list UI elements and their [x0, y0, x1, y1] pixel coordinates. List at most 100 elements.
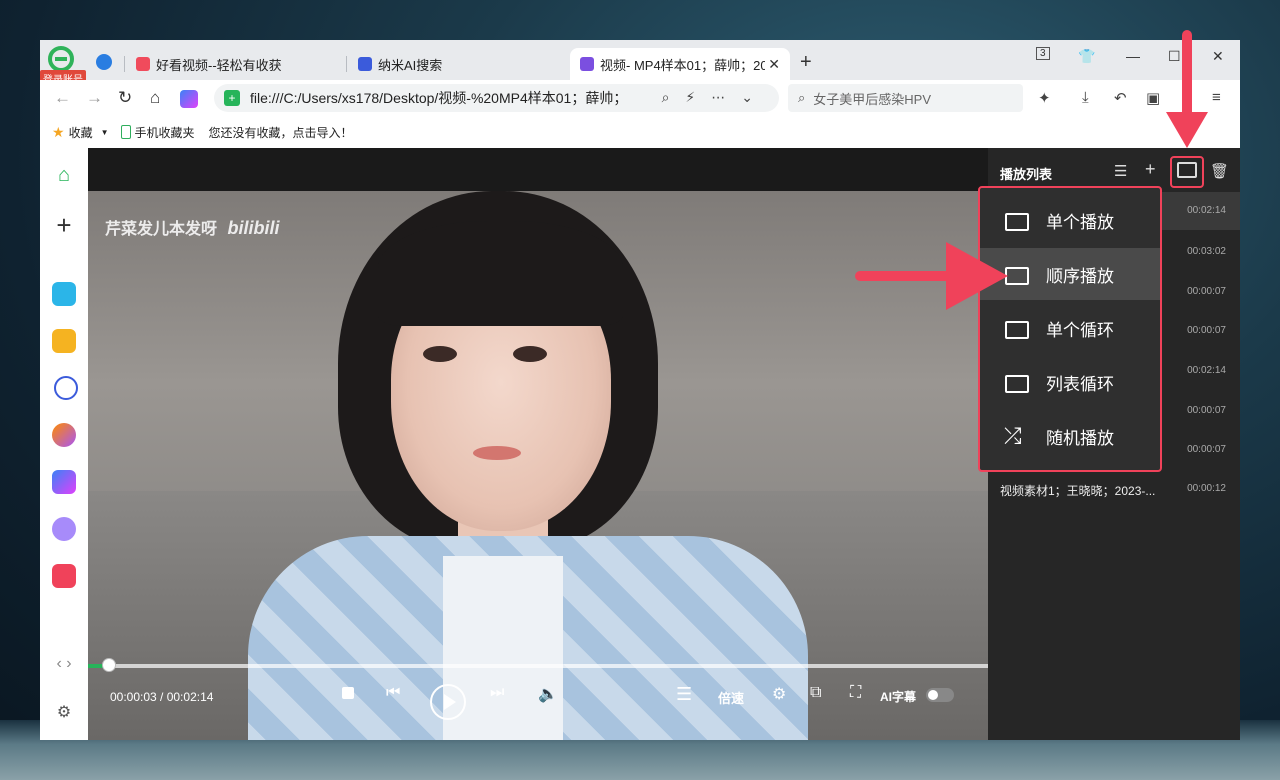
address-bar: ← → ↻ ⌂ + file:///C:/Users/xs178/Desktop… — [40, 80, 1240, 116]
search-icon: ⌕ — [798, 90, 806, 105]
maximize-button[interactable]: ☐ — [1168, 48, 1181, 65]
tab-haokan[interactable]: 好看视频--轻松有收获 — [136, 48, 336, 80]
forward-button[interactable]: → — [86, 88, 103, 108]
tab-label: 好看视频--轻松有收获 — [156, 57, 282, 73]
browser-logo-icon[interactable] — [48, 46, 74, 72]
shirt-skin-icon[interactable]: 👕 — [1078, 48, 1095, 65]
annotation-arrow-down — [1182, 30, 1192, 120]
new-tab-button[interactable]: + — [800, 51, 812, 74]
close-window-button[interactable]: ✕ — [1212, 48, 1224, 65]
ai-app-icon[interactable] — [52, 470, 76, 494]
settings-gear-icon[interactable]: ⚙ — [40, 702, 88, 722]
playlist-toggle-icon[interactable]: ☰ — [676, 684, 692, 705]
menu-item-shuffle[interactable]: ⤮ 随机播放 — [980, 410, 1160, 462]
menu-item-single-play[interactable]: 单个播放 — [980, 194, 1160, 246]
menu-item-label: 顺序播放 — [1046, 266, 1114, 286]
url-actions[interactable]: ⌕⚡⋯⌄ — [662, 89, 769, 106]
video-eye-right — [513, 346, 547, 362]
playlist-item-duration: 00:02:14 — [1187, 205, 1226, 216]
home-icon[interactable]: ⌂ — [40, 164, 88, 187]
playlist-item-duration: 00:00:07 — [1187, 405, 1226, 416]
tab-separator — [346, 56, 347, 72]
video-eye-left — [423, 346, 457, 362]
haokan-icon — [136, 57, 150, 71]
annotation-highlight-box — [1170, 156, 1204, 188]
mobile-bookmarks[interactable]: 手机收藏夹 — [120, 124, 195, 141]
previous-icon[interactable]: ⏮ — [386, 684, 400, 702]
menu-item-label: 随机播放 — [1046, 428, 1114, 448]
bookmarks-bar: ★ 收藏 ▼ 手机收藏夹 您还没有收藏，点击导入！ — [40, 116, 1240, 148]
playlist-item-duration: 00:00:07 — [1187, 286, 1226, 297]
tab-bar: 登录账号 好看视频--轻松有收获 纳米AI搜索 视频- MP4样本01；薛帅；2… — [40, 40, 1240, 87]
briefcase-icon[interactable]: ▣ — [1146, 89, 1160, 107]
shuffle-icon: ⤮ — [1004, 423, 1022, 448]
url-text: file:///C:/Users/xs178/Desktop/视频-%20MP4… — [250, 90, 628, 106]
progress-bar[interactable] — [88, 658, 988, 672]
tab-nami-ai[interactable]: 纳米AI搜索 — [358, 48, 558, 80]
nami-icon[interactable] — [54, 376, 78, 400]
favorite-star-icon[interactable] — [52, 329, 76, 353]
list-loop-icon — [1004, 371, 1030, 393]
url-bar[interactable]: + file:///C:/Users/xs178/Desktop/视频-%20M… — [214, 84, 779, 112]
play-button[interactable] — [430, 684, 466, 720]
reload-button[interactable]: ↻ — [118, 88, 132, 108]
tab-label: 纳米AI搜索 — [378, 57, 443, 73]
menu-icon[interactable]: ≡ — [1212, 89, 1221, 106]
phone-icon — [120, 125, 131, 139]
favorites-label: 收藏 — [68, 125, 93, 140]
annotation-arrow-down-head — [1166, 112, 1208, 148]
home-button[interactable]: ⌂ — [150, 88, 160, 108]
back-button[interactable]: ← — [54, 88, 71, 108]
undo-icon[interactable]: ↶ — [1114, 89, 1127, 107]
robot-icon[interactable] — [52, 517, 76, 541]
pinned-tab-icon[interactable] — [96, 54, 112, 70]
import-hint: 您还没有收藏，点击导入！ — [208, 125, 353, 140]
ai-subtitle-toggle[interactable] — [926, 688, 954, 702]
minimize-button[interactable]: — — [1126, 48, 1140, 64]
fullscreen-icon[interactable]: ⛶ — [850, 684, 861, 702]
secure-shield-icon: + — [224, 90, 240, 106]
add-icon[interactable]: + — [40, 210, 88, 241]
settings-icon[interactable]: ⚙ — [772, 684, 786, 704]
close-tab-icon[interactable]: ✕ — [768, 56, 780, 73]
extensions-icon[interactable]: ✦ — [1038, 89, 1051, 107]
list-view-icon[interactable]: ☰ — [1114, 162, 1127, 180]
video-bangs — [378, 221, 623, 326]
download-icon[interactable]: ⤓ — [1082, 89, 1089, 106]
playlist-item-duration: 00:03:02 — [1187, 246, 1226, 257]
ai-subtitle-label: AI字幕 — [880, 690, 917, 704]
single-play-icon — [1004, 209, 1030, 231]
video-player[interactable]: 芹菜发儿本发呀 bilibili 00:00:03 / 00:02:14 ⏮ ⏭… — [88, 148, 988, 740]
volume-icon[interactable]: 🔈 — [538, 684, 558, 704]
import-bookmarks-link[interactable]: 您还没有收藏，点击导入！ — [209, 124, 353, 141]
menu-item-label: 单个播放 — [1046, 212, 1114, 232]
menu-item-label: 列表循环 — [1046, 374, 1114, 394]
tab-count-icon[interactable]: 3 — [1036, 47, 1050, 60]
menu-item-label: 单个循环 — [1046, 320, 1114, 340]
picture-in-picture-icon[interactable]: ⧉ — [810, 684, 821, 702]
tab-label: 视频- MP4样本01；薛帅；20 — [600, 57, 765, 73]
stop-icon[interactable] — [342, 687, 354, 699]
sidebar-nav-arrows[interactable]: ‹ › — [40, 655, 88, 673]
favorites-button[interactable]: ★ 收藏 ▼ — [52, 124, 109, 141]
menu-item-list-loop[interactable]: 列表循环 — [980, 356, 1160, 408]
next-icon[interactable]: ⏭ — [490, 684, 504, 702]
ai-icon[interactable] — [180, 90, 198, 108]
video-watermark: 芹菜发儿本发呀 bilibili — [105, 218, 280, 238]
game-icon[interactable] — [52, 564, 76, 588]
mobile-bookmarks-label: 手机收藏夹 — [134, 125, 195, 140]
app-plus-icon[interactable] — [52, 282, 76, 306]
search-placeholder: 女子美甲后感染HPV — [813, 91, 932, 107]
tab-video-active[interactable]: 视频- MP4样本01；薛帅；20 ✕ — [570, 48, 790, 80]
speed-button[interactable]: 倍速 — [718, 688, 744, 707]
add-to-playlist-icon[interactable]: + — [1145, 159, 1156, 180]
tab-separator — [124, 56, 125, 72]
progress-knob[interactable] — [101, 658, 116, 672]
ai-assistant-icon[interactable] — [52, 423, 76, 447]
trash-icon[interactable]: 🗑 — [1210, 162, 1229, 180]
search-box[interactable]: ⌕ 女子美甲后感染HPV — [788, 84, 1023, 112]
time-display: 00:00:03 / 00:02:14 — [110, 690, 214, 704]
playlist-item[interactable]: 视频素材1；王晓晓；2023-... 00:00:12 — [988, 470, 1240, 508]
star-icon: ★ — [52, 123, 65, 140]
annotation-arrow-right-head — [946, 242, 1008, 310]
